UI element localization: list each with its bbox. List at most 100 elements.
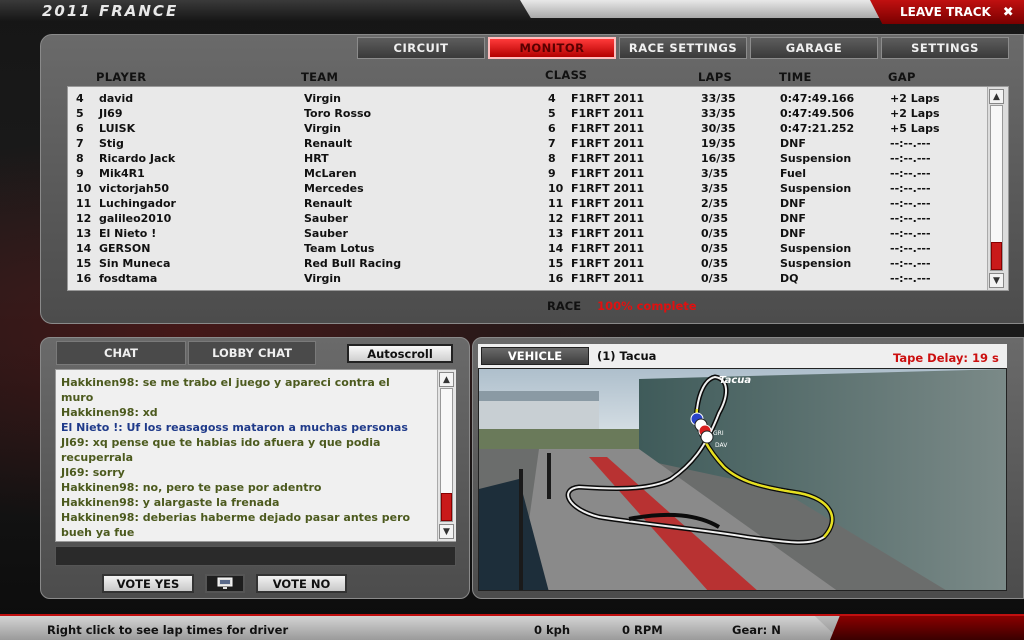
scroll-down-icon[interactable]: ▼ (989, 273, 1004, 288)
cell-team: Sauber (304, 227, 348, 240)
tab-race-settings[interactable]: RACE SETTINGS (619, 37, 747, 59)
cell-laps: 0/35 (701, 242, 728, 255)
standings-row[interactable]: 15 Sin Muneca Red Bull Racing 15 F1RFT 2011 0… (68, 257, 986, 272)
cell-pos: 14 (76, 242, 92, 255)
standings-row[interactable]: 7 Stig Renault 7 F1RFT 2011 19/35 DNF --:--.--- (68, 137, 986, 152)
cell-time: DNF (780, 197, 806, 210)
chat-message: Hakkinen98: deberias haberme dejado pasa… (61, 511, 411, 524)
cell-cls: F1RFT 2011 (571, 272, 645, 285)
cell-cls: F1RFT 2011 (571, 212, 645, 225)
standings-row[interactable]: 8 Ricardo Jack HRT 8 F1RFT 2011 16/35 Suspensi… (68, 152, 986, 167)
monitor-icon-button[interactable] (205, 574, 245, 593)
vote-no-button[interactable]: VOTE NO (256, 574, 347, 593)
tab-monitor[interactable]: MONITOR (488, 37, 616, 59)
standings-row[interactable]: 12 galileo2010 Sauber 12 F1RFT 2011 0/35 DNF --… (68, 212, 986, 227)
cell-player: Mik4R1 (99, 167, 145, 180)
cell-cls-pos: 14 (548, 242, 564, 255)
chat-scroll-track[interactable] (440, 388, 453, 522)
cell-cls: F1RFT 2011 (571, 257, 645, 270)
cell-cls: F1RFT 2011 (571, 227, 645, 240)
cell-laps: 0/35 (701, 212, 728, 225)
chat-scrollbar[interactable]: ▲ ▼ (437, 370, 456, 541)
standings-row[interactable]: 4 david Virgin 4 F1RFT 2011 33/35 0:47:49.166 +… (68, 92, 986, 107)
cell-team: Renault (304, 197, 353, 210)
standings-row[interactable]: 5 JI69 Toro Rosso 5 F1RFT 2011 33/35 0:47:49.5… (68, 107, 986, 122)
cell-gap: --:--.--- (890, 197, 931, 210)
session-title: 2011 FRANCE (42, 2, 179, 20)
cell-time: DNF (780, 137, 806, 150)
tab-settings[interactable]: SETTINGS (881, 37, 1009, 59)
standings-row[interactable]: 10 victorjah50 Mercedes 10 F1RFT 2011 3/35 Sus… (68, 182, 986, 197)
cell-time: Suspension (780, 152, 852, 165)
leave-track-button[interactable]: LEAVE TRACK ✖ (870, 0, 1024, 24)
chat-message: JI69: xq pense que te habias ido afuera … (61, 436, 381, 449)
chat-scroll-thumb[interactable] (441, 493, 452, 521)
column-header-class[interactable]: CLASS (545, 68, 587, 84)
cell-cls-pos: 6 (548, 122, 556, 135)
cell-gap: --:--.--- (890, 152, 931, 165)
cell-time: Fuel (780, 167, 807, 180)
chat-input[interactable] (55, 546, 456, 566)
column-header-player[interactable]: PLAYER (96, 70, 146, 86)
cell-pos: 13 (76, 227, 92, 240)
chat-message: recuperrala (61, 451, 134, 464)
tab-garage[interactable]: GARAGE (750, 37, 878, 59)
scroll-up-icon[interactable]: ▲ (989, 89, 1004, 104)
cell-laps: 33/35 (701, 107, 736, 120)
cell-cls-pos: 15 (548, 257, 564, 270)
cell-pos: 10 (76, 182, 92, 195)
standings-row[interactable]: 6 LUISK Virgin 6 F1RFT 2011 30/35 0:47:21.252 +… (68, 122, 986, 137)
cell-cls-pos: 9 (548, 167, 556, 180)
cell-laps: 19/35 (701, 137, 736, 150)
cell-cls: F1RFT 2011 (571, 92, 645, 105)
standings-row[interactable]: 16 fosdtama Virgin 16 F1RFT 2011 0/35 DQ --:--.… (68, 272, 986, 287)
cell-gap: --:--.--- (890, 242, 931, 255)
cell-team: Renault (304, 137, 353, 150)
cell-cls-pos: 8 (548, 152, 556, 165)
standings-row[interactable]: 11 Luchingador Renault 11 F1RFT 2011 2/35 DNF -… (68, 197, 986, 212)
standings-row[interactable]: 14 GERSON Team Lotus 14 F1RFT 2011 0/35 Suspen… (68, 242, 986, 257)
cell-gap: --:--.--- (890, 212, 931, 225)
chat-scroll-up-icon[interactable]: ▲ (439, 372, 454, 387)
vehicle-button[interactable]: VEHICLE (481, 347, 589, 365)
tab-lobby-chat[interactable]: LOBBY CHAT (188, 341, 316, 365)
cell-pos: 15 (76, 257, 92, 270)
cell-player: Stig (99, 137, 124, 150)
chat-scroll-down-icon[interactable]: ▼ (439, 524, 454, 539)
scroll-thumb[interactable] (991, 242, 1002, 270)
column-header-laps[interactable]: LAPS (698, 70, 732, 86)
cell-laps: 0/35 (701, 227, 728, 240)
camera-view[interactable]: Tacua GRI DAV (478, 368, 1007, 591)
tab-circuit[interactable]: CIRCUIT (357, 37, 485, 59)
cell-cls: F1RFT 2011 (571, 242, 645, 255)
cell-team: Red Bull Racing (304, 257, 402, 270)
vote-yes-button[interactable]: VOTE YES (102, 574, 194, 593)
cell-time: 0:47:21.252 (780, 122, 855, 135)
cell-cls-pos: 4 (548, 92, 556, 105)
cell-gap: +2 Laps (890, 107, 940, 120)
chat-message: JI69: sorry (61, 466, 125, 479)
cell-cls: F1RFT 2011 (571, 182, 645, 195)
cell-team: Virgin (304, 92, 341, 105)
tab-chat[interactable]: CHAT (56, 341, 186, 365)
column-header-team[interactable]: TEAM (301, 70, 338, 86)
cell-cls: F1RFT 2011 (571, 122, 645, 135)
cell-time: 0:47:49.166 (780, 92, 855, 105)
cell-cls: F1RFT 2011 (571, 152, 645, 165)
column-header-gap[interactable]: GAP (888, 70, 916, 86)
scroll-track[interactable] (990, 105, 1003, 271)
cell-team: Toro Rosso (304, 107, 372, 120)
title-bar: 2011 FRANCE (0, 0, 1024, 22)
cell-team: Sauber (304, 212, 348, 225)
standings-row[interactable]: 13 El Nieto ! Sauber 13 F1RFT 2011 0/35 DNF --:… (68, 227, 986, 242)
cell-cls-pos: 13 (548, 227, 564, 240)
cell-laps: 3/35 (701, 167, 728, 180)
column-header-time[interactable]: TIME (779, 70, 812, 86)
standings-scrollbar[interactable]: ▲ ▼ (987, 87, 1008, 290)
cell-pos: 11 (76, 197, 92, 210)
cell-laps: 3/35 (701, 182, 728, 195)
cell-pos: 9 (76, 167, 84, 180)
standings-row[interactable]: 9 Mik4R1 McLaren 9 F1RFT 2011 3/35 Fuel --:--.-… (68, 167, 986, 182)
autoscroll-toggle[interactable]: Autoscroll (347, 344, 453, 363)
cell-player: galileo2010 (99, 212, 172, 225)
